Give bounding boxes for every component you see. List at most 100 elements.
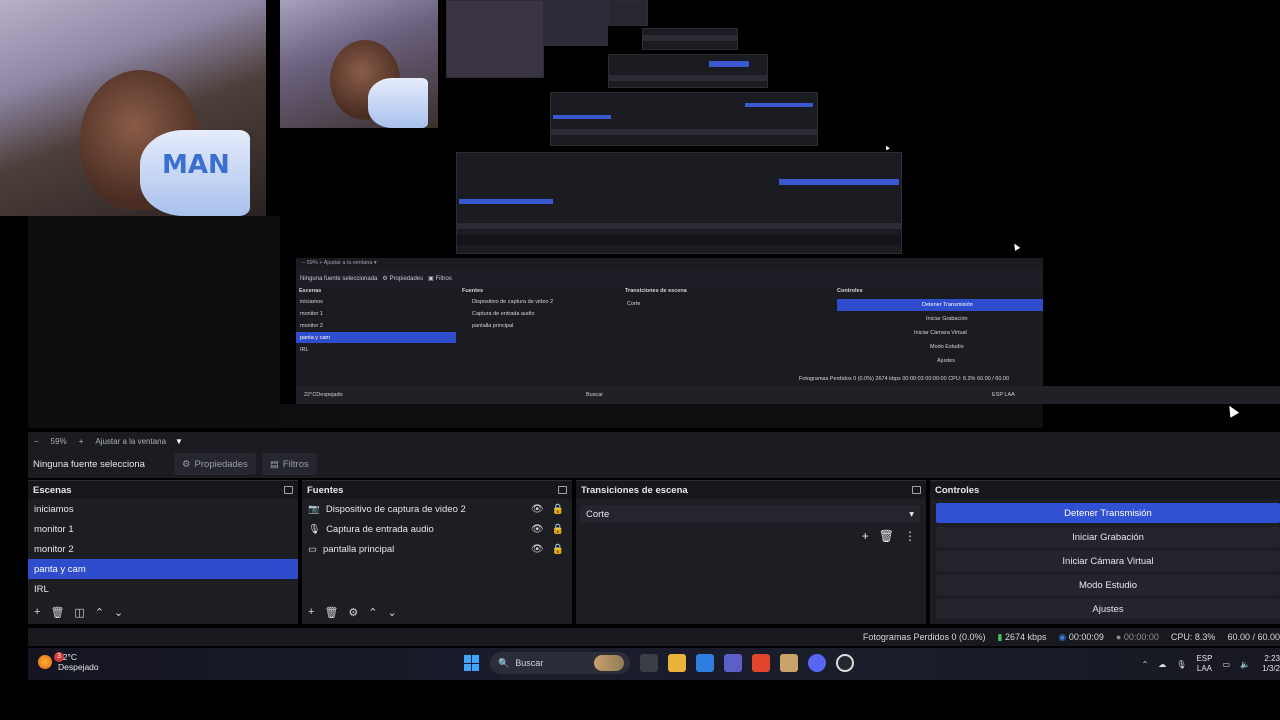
nested-capture-4 xyxy=(544,0,608,46)
fit-to-window-dropdown[interactable]: Ajustar a la ventana ▼ xyxy=(95,437,183,446)
source-item[interactable]: ▭ pantalla principal 👁 🔒 xyxy=(302,539,572,559)
camera-icon: 📷 xyxy=(308,503,320,515)
transitions-dock: Transiciones de escena Corte ▾ + 🗑 ⋮ xyxy=(576,480,926,624)
clock[interactable]: 2:23 1/3/2 xyxy=(1260,654,1280,674)
taskbar-search[interactable]: 🔍 Buscar xyxy=(490,652,630,674)
nested-capture-7 xyxy=(608,54,768,88)
signal-bars-icon: ▮ xyxy=(997,631,1003,642)
more-options-icon[interactable]: ⋮ xyxy=(904,529,916,543)
sources-title: Fuentes xyxy=(307,484,344,496)
start-recording-button[interactable]: Iniciar Grabación xyxy=(936,527,1280,547)
scene-item[interactable]: iniciamos xyxy=(28,499,298,519)
scene-item[interactable]: monitor 1 xyxy=(28,519,298,539)
windows-start-icon[interactable] xyxy=(464,655,480,671)
monitor-icon: ▭ xyxy=(308,543,317,555)
controls-dock: Controles Detener Transmisión Iniciar Gr… xyxy=(930,480,1280,624)
properties-button[interactable]: ⚙ Propiedades xyxy=(174,453,256,475)
sources-list: 📷 Dispositivo de captura de video 2 👁 🔒 🎙 C… xyxy=(302,499,572,559)
taskbar-apps: 🔍 Buscar xyxy=(464,652,854,674)
studio-mode-button[interactable]: Modo Estudio xyxy=(936,575,1280,595)
scene-filters-icon[interactable]: ◫ xyxy=(74,606,84,619)
source-item[interactable]: 📷 Dispositivo de captura de video 2 👁 🔒 xyxy=(302,499,572,519)
store-icon[interactable] xyxy=(696,654,714,672)
task-view-icon[interactable] xyxy=(640,654,658,672)
lock-icon[interactable]: 🔒 xyxy=(552,504,564,515)
notification-badge: 3 xyxy=(54,652,64,662)
dock-menu-icon[interactable] xyxy=(284,486,293,494)
nested-cursor-icon xyxy=(1011,242,1021,251)
nested-capture-3 xyxy=(446,0,544,78)
dock-menu-icon[interactable] xyxy=(558,486,567,494)
mouse-cursor-icon xyxy=(1224,403,1240,418)
add-icon[interactable]: + xyxy=(308,606,314,618)
webcam-feed: MAN xyxy=(0,0,266,216)
start-virtual-camera-button[interactable]: Iniciar Cámara Virtual xyxy=(936,551,1280,571)
teams-icon[interactable] xyxy=(724,654,742,672)
add-icon[interactable]: + xyxy=(862,529,869,543)
stream-preview[interactable]: MAN − 59% + Ajustar a la ventana ▾ Ningu… xyxy=(0,0,1280,430)
transitions-title: Transiciones de escena xyxy=(581,484,688,496)
nested-capture-9 xyxy=(456,152,902,254)
scene-item[interactable]: monitor 2 xyxy=(28,539,298,559)
chevron-down-icon: ▾ xyxy=(909,508,914,520)
dock-menu-icon[interactable] xyxy=(912,486,921,494)
cloud-icon[interactable]: ☁ xyxy=(1158,660,1166,669)
stream-timer: ◉ 00:00:09 xyxy=(1058,631,1104,642)
app-icon[interactable] xyxy=(780,654,798,672)
nested-capture-8 xyxy=(550,92,818,146)
transition-select[interactable]: Corte ▾ xyxy=(580,505,920,523)
language-indicator[interactable]: ESP LAA xyxy=(1196,654,1212,674)
move-up-icon[interactable]: ⌃ xyxy=(95,606,104,619)
system-tray: ⌃ ☁ 🎙 ESP LAA ▭ 🔈 2:23 1/3/2 xyxy=(1142,654,1280,674)
filter-icon: ▤ xyxy=(269,458,279,470)
source-item[interactable]: 🎙 Captura de entrada audio 👁 🔒 xyxy=(302,519,572,539)
move-down-icon[interactable]: ⌄ xyxy=(114,606,123,619)
discord-icon[interactable] xyxy=(808,654,826,672)
scenes-title: Escenas xyxy=(33,484,72,496)
scene-item-selected[interactable]: panta y cam xyxy=(28,559,298,579)
preview-zoom-bar: − 59% + Ajustar a la ventana ▼ xyxy=(28,432,1280,450)
zoom-in-button[interactable]: + xyxy=(79,437,84,446)
no-source-selected-label: Ninguna fuente selecciona xyxy=(33,458,145,470)
settings-button[interactable]: Ajustes xyxy=(936,599,1280,619)
sun-icon xyxy=(38,655,52,669)
move-down-icon[interactable]: ⌄ xyxy=(388,606,397,619)
trash-icon[interactable]: 🗑 xyxy=(50,606,64,619)
transition-toolbar: + 🗑 ⋮ xyxy=(576,523,926,543)
dropped-frames: Fotogramas Perdidos 0 (0.0%) xyxy=(862,632,986,642)
obs-icon[interactable] xyxy=(836,654,854,672)
trash-icon[interactable]: 🗑 xyxy=(324,606,338,619)
network-icon[interactable]: ▭ xyxy=(1222,660,1230,669)
stop-streaming-button[interactable]: Detener Transmisión xyxy=(936,503,1280,523)
status-bar: Fotogramas Perdidos 0 (0.0%) ▮ 2674 kbps… xyxy=(28,628,1280,646)
trash-icon[interactable]: 🗑 xyxy=(879,529,894,543)
add-icon[interactable]: + xyxy=(34,606,40,618)
windows-taskbar: 3 22°C Despejado 🔍 Buscar ⌃ ☁ 🎙 ESP LAA ▭… xyxy=(28,648,1280,680)
zoom-out-button[interactable]: − xyxy=(34,437,39,446)
brave-icon[interactable] xyxy=(752,654,770,672)
scenes-dock: Escenas iniciamos monitor 1 monitor 2 pa… xyxy=(28,480,298,624)
nested-cursor-small-icon xyxy=(884,144,890,151)
volume-icon[interactable]: 🔈 xyxy=(1240,660,1250,669)
cpu-usage: CPU: 8.3% xyxy=(1170,632,1216,642)
lock-icon[interactable]: 🔒 xyxy=(552,544,564,555)
eye-icon[interactable]: 👁 xyxy=(531,544,544,555)
scenes-list: iniciamos monitor 1 monitor 2 panta y ca… xyxy=(28,499,298,599)
nested-webcam-feed xyxy=(280,0,438,128)
record-timer: ● 00:00:00 xyxy=(1115,632,1159,642)
filters-button[interactable]: ▤ Filtros xyxy=(261,453,317,475)
scene-item[interactable]: IRL xyxy=(28,579,298,599)
zoom-level: 59% xyxy=(50,436,67,446)
lock-icon[interactable]: 🔒 xyxy=(552,524,564,535)
microphone-icon: 🎙 xyxy=(308,523,321,535)
eye-icon[interactable]: 👁 xyxy=(531,524,544,535)
eye-icon[interactable]: 👁 xyxy=(531,504,544,515)
weather-widget[interactable]: 3 22°C Despejado xyxy=(38,652,99,672)
gear-icon[interactable]: ⚙ xyxy=(348,606,358,619)
move-up-icon[interactable]: ⌃ xyxy=(368,606,377,619)
microphone-icon[interactable]: 🎙 xyxy=(1176,660,1186,669)
chevron-up-icon[interactable]: ⌃ xyxy=(1142,660,1149,669)
search-icon: 🔍 xyxy=(498,657,510,668)
chevron-down-icon: ▼ xyxy=(174,436,183,446)
file-explorer-icon[interactable] xyxy=(668,654,686,672)
